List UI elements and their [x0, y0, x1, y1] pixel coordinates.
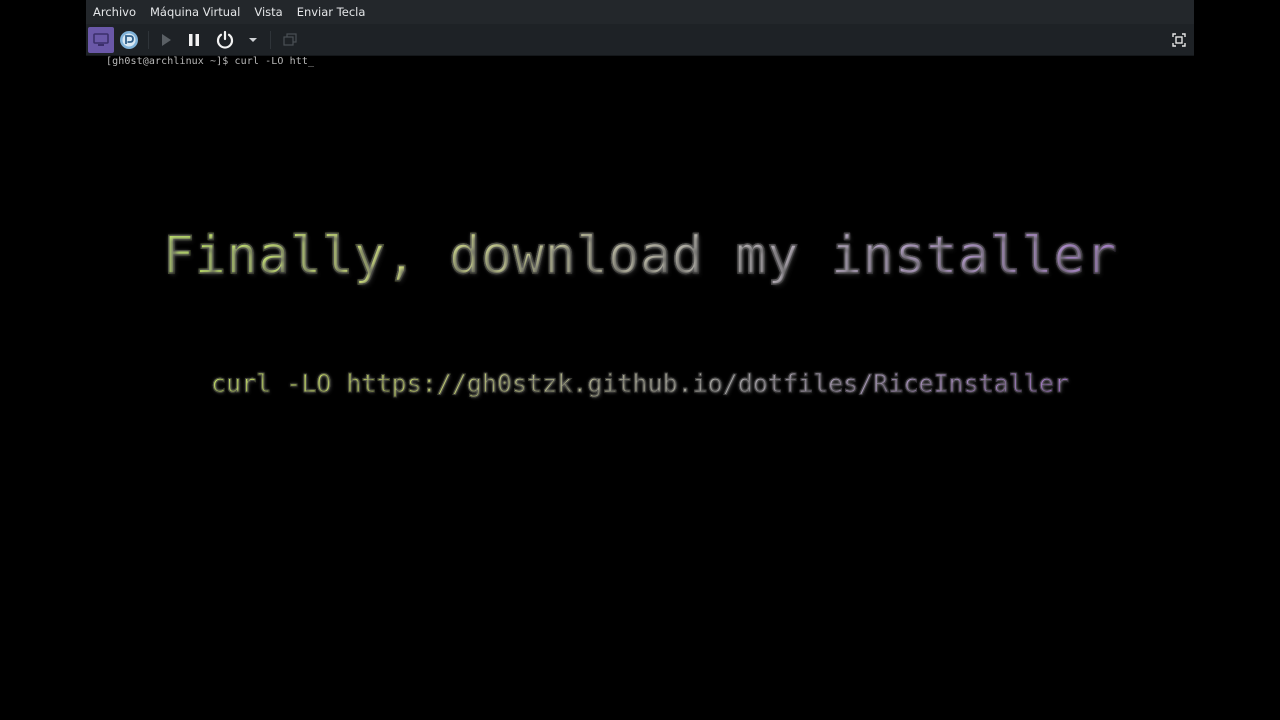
menu-maquina-virtual[interactable]: Máquina Virtual: [143, 0, 247, 24]
fullscreen-icon: [1171, 32, 1187, 48]
snapshot-icon: [282, 32, 298, 48]
shutdown-options-button[interactable]: [242, 27, 264, 53]
power-icon: [215, 30, 235, 50]
toolbar: [86, 24, 1194, 56]
shutdown-button[interactable]: [212, 27, 238, 53]
overlay-title-text: Finally, download my installer: [162, 225, 1118, 287]
console-icon: [92, 32, 110, 48]
console-button[interactable]: [88, 27, 114, 53]
details-button[interactable]: [116, 27, 142, 53]
pause-icon: [186, 32, 202, 48]
fullscreen-button[interactable]: [1166, 27, 1192, 53]
run-button[interactable]: [153, 27, 179, 53]
menu-enviar-tecla[interactable]: Enviar Tecla: [290, 0, 373, 24]
menubar: Archivo Máquina Virtual Vista Enviar Tec…: [86, 0, 1194, 24]
overlay-title: Finally, download my installer: [0, 222, 1280, 290]
toolbar-separator: [148, 31, 149, 49]
overlay-command: curl -LO https://gh0stzk.github.io/dotfi…: [0, 366, 1280, 402]
vm-window: Archivo Máquina Virtual Vista Enviar Tec…: [86, 0, 1194, 720]
pause-button[interactable]: [181, 27, 207, 53]
toolbar-separator: [270, 31, 271, 49]
chevron-down-icon: [248, 35, 258, 45]
tools-icon: [119, 30, 139, 50]
menu-vista[interactable]: Vista: [247, 0, 289, 24]
overlay-command-text: curl -LO https://gh0stzk.github.io/dotfi…: [211, 369, 1070, 399]
terminal-prompt-line: [gh0st@archlinux ~]$ curl -LO htt_: [106, 56, 315, 67]
menu-archivo[interactable]: Archivo: [86, 0, 143, 24]
play-icon: [158, 32, 174, 48]
snapshots-button[interactable]: [277, 27, 303, 53]
